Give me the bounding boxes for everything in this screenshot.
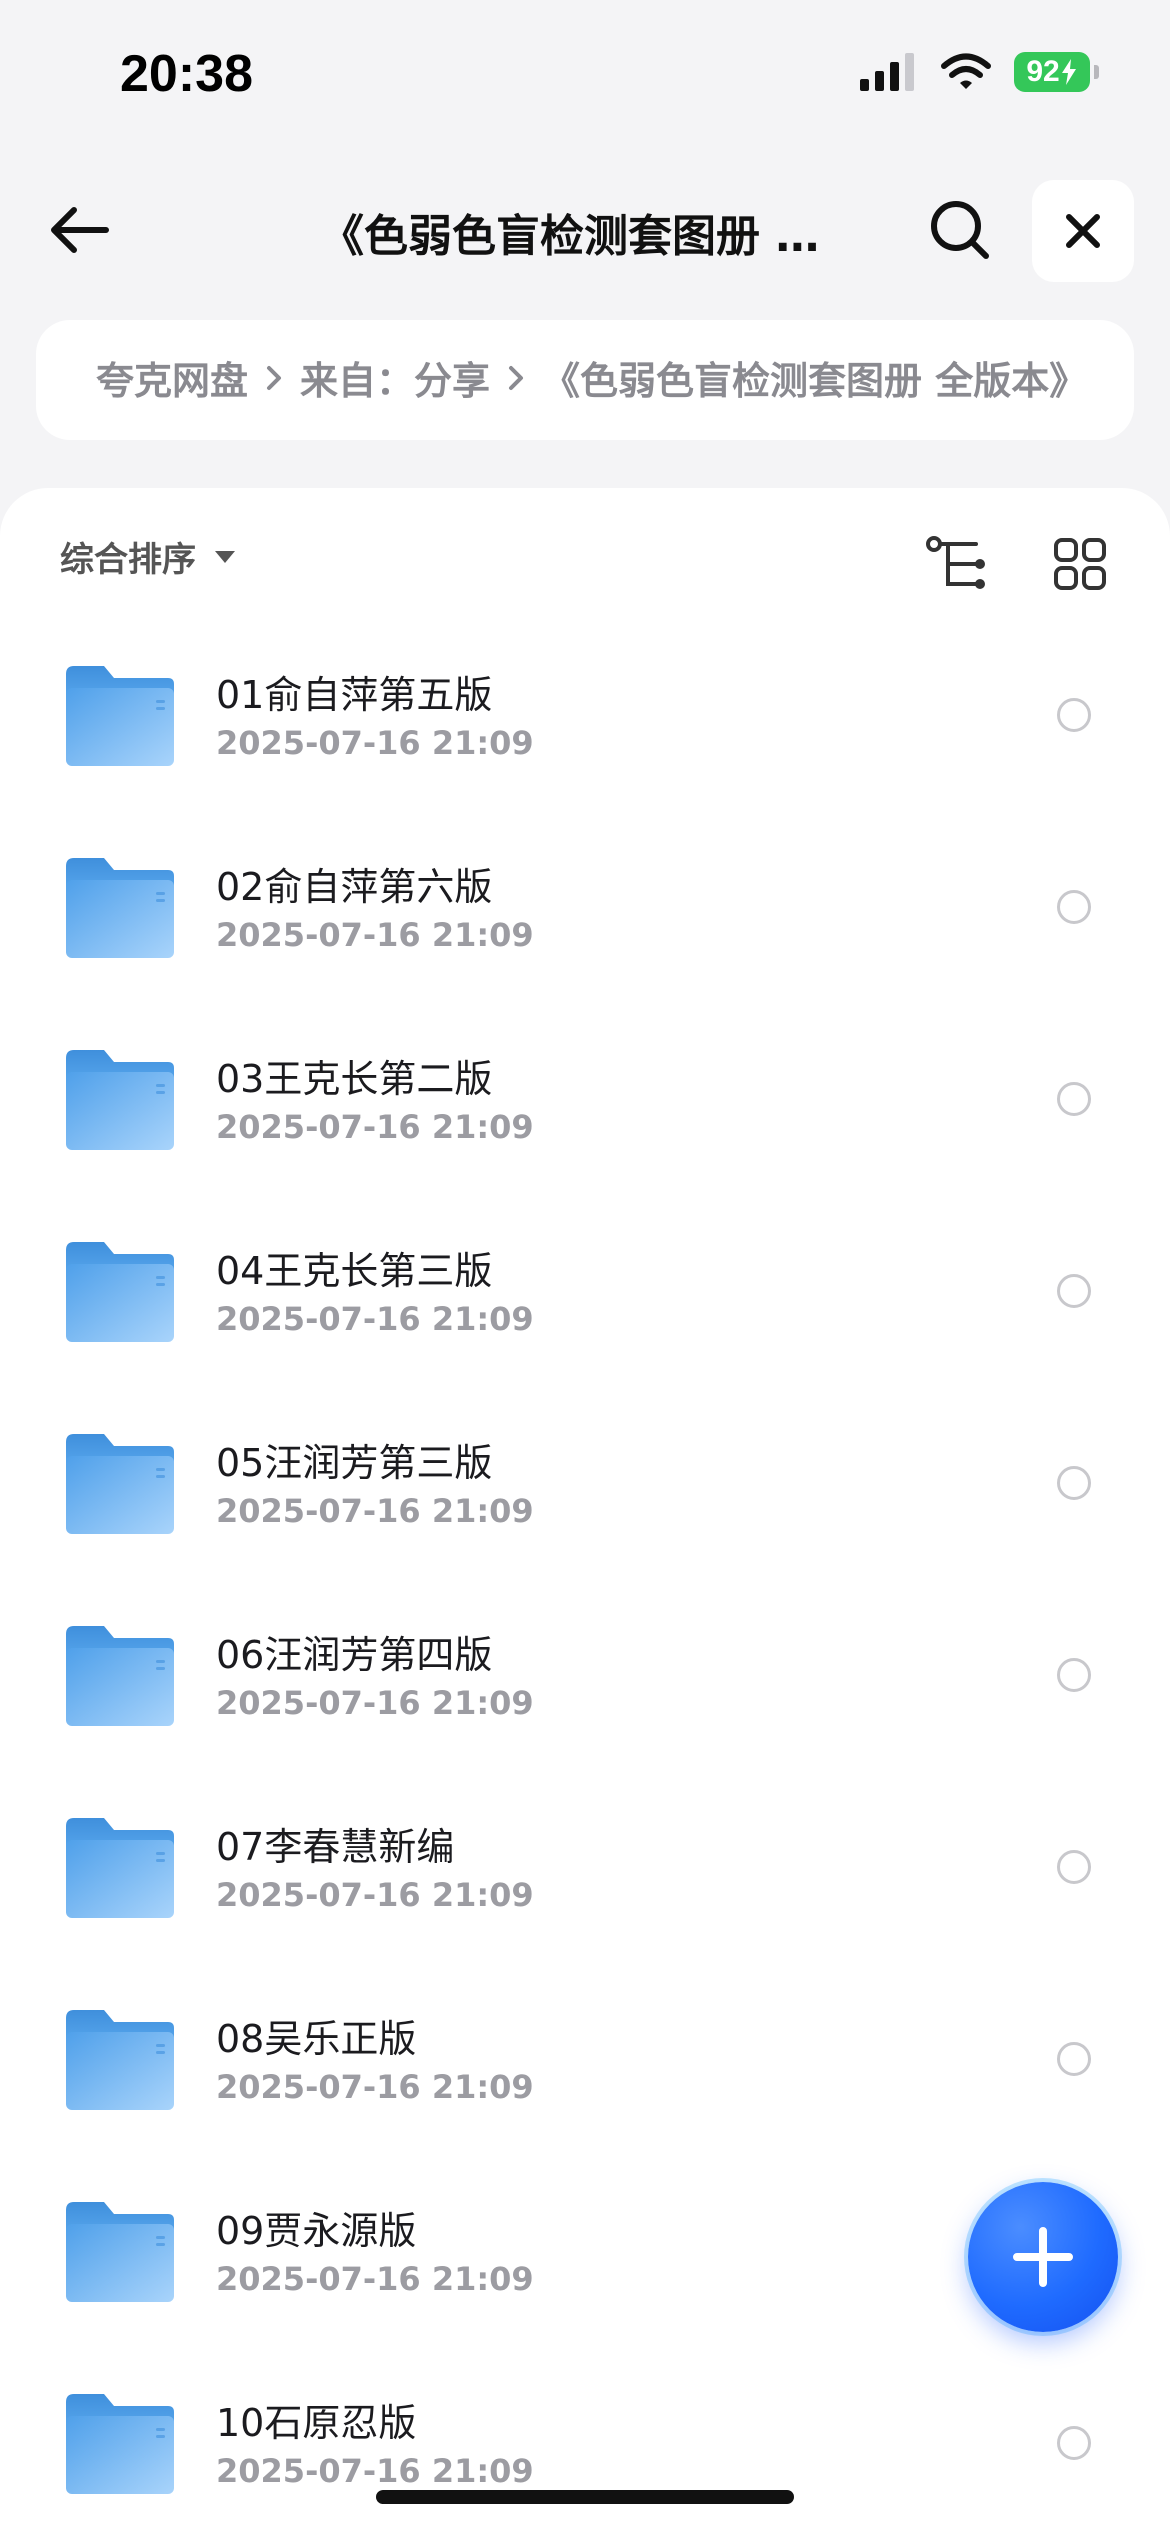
breadcrumb-item-root[interactable]: 夸克网盘 xyxy=(96,350,248,405)
file-date: 2025-07-16 21:09 xyxy=(216,1492,534,1530)
select-radio[interactable] xyxy=(1057,2042,1091,2076)
select-radio[interactable] xyxy=(1057,1082,1091,1116)
folder-icon xyxy=(64,1048,176,1152)
list-item[interactable]: 10石原忍版 2025-07-16 21:09 xyxy=(0,2356,1170,2532)
plus-icon xyxy=(1013,2227,1073,2287)
list-item[interactable]: 08吴乐正版 2025-07-16 21:09 xyxy=(0,1972,1170,2164)
file-name: 08吴乐正版 xyxy=(216,2017,417,2061)
folder-icon xyxy=(64,1816,176,1920)
folder-icon xyxy=(64,1240,176,1344)
chevron-right-icon xyxy=(508,365,524,391)
select-radio[interactable] xyxy=(1057,890,1091,924)
breadcrumb-trail: 夸克网盘 来自：分享 《色弱色盲检测套图册 全版本》 xyxy=(96,350,1134,405)
search-icon xyxy=(931,201,989,259)
status-bar: 20:38 92 xyxy=(0,0,1170,150)
folder-icon xyxy=(64,2008,176,2112)
list-item[interactable]: 06汪润芳第四版 2025-07-16 21:09 xyxy=(0,1588,1170,1780)
file-date: 2025-07-16 21:09 xyxy=(216,1684,534,1722)
list-item[interactable]: 03王克长第二版 2025-07-16 21:09 xyxy=(0,1012,1170,1204)
signal-icon xyxy=(860,53,914,91)
file-date: 2025-07-16 21:09 xyxy=(216,1876,534,1914)
select-radio[interactable] xyxy=(1057,1274,1091,1308)
status-time: 20:38 xyxy=(120,45,253,103)
file-date: 2025-07-16 21:09 xyxy=(216,724,534,762)
search-button[interactable] xyxy=(920,190,1000,270)
select-radio[interactable] xyxy=(1057,1850,1091,1884)
file-date: 2025-07-16 21:09 xyxy=(216,2452,534,2490)
grid-view-button[interactable] xyxy=(1040,524,1120,604)
battery-indicator: 92 xyxy=(1014,52,1099,92)
wifi-icon xyxy=(941,53,991,89)
file-name: 03王克长第二版 xyxy=(216,1057,493,1101)
file-name: 09贾永源版 xyxy=(216,2209,417,2253)
file-name: 01俞自萍第五版 xyxy=(216,673,493,717)
list-item[interactable]: 02俞自萍第六版 2025-07-16 21:09 xyxy=(0,820,1170,1012)
status-icons: 92 xyxy=(860,52,1099,92)
file-date: 2025-07-16 21:09 xyxy=(216,1300,534,1338)
file-name: 05汪润芳第三版 xyxy=(216,1441,493,1485)
grid-view-icon xyxy=(1054,538,1106,590)
list-toolbar: 综合排序 xyxy=(0,488,1170,628)
list-item[interactable]: 01俞自萍第五版 2025-07-16 21:09 xyxy=(0,628,1170,820)
file-name: 07李春慧新编 xyxy=(216,1825,455,1869)
tree-view-icon xyxy=(926,536,985,589)
folder-icon xyxy=(64,664,176,768)
folder-icon xyxy=(64,856,176,960)
file-name: 04王克长第三版 xyxy=(216,1249,493,1293)
home-indicator xyxy=(376,2490,794,2504)
close-icon xyxy=(1066,214,1100,248)
breadcrumb-item-current[interactable]: 《色弱色盲检测套图册 全版本》 xyxy=(542,350,1087,405)
file-date: 2025-07-16 21:09 xyxy=(216,2260,534,2298)
folder-icon xyxy=(64,1624,176,1728)
list-item[interactable]: 04王克长第三版 2025-07-16 21:09 xyxy=(0,1204,1170,1396)
sort-dropdown[interactable]: 综合排序 xyxy=(60,532,236,581)
back-button[interactable] xyxy=(40,190,120,270)
select-radio[interactable] xyxy=(1057,1466,1091,1500)
folder-icon xyxy=(64,2392,176,2496)
tree-view-button[interactable] xyxy=(918,524,998,604)
sort-label: 综合排序 xyxy=(60,540,196,580)
file-date: 2025-07-16 21:09 xyxy=(216,2068,534,2106)
select-radio[interactable] xyxy=(1057,698,1091,732)
add-button[interactable] xyxy=(968,2182,1118,2332)
chevron-right-icon xyxy=(266,365,282,391)
breadcrumb-item-share[interactable]: 来自：分享 xyxy=(300,350,490,405)
charging-bolt-icon xyxy=(1061,59,1076,85)
page-title: 《色弱色盲检测套图册 全版本》 xyxy=(320,211,860,260)
file-name: 02俞自萍第六版 xyxy=(216,865,493,909)
list-item[interactable]: 07李春慧新编 2025-07-16 21:09 xyxy=(0,1780,1170,1972)
list-item[interactable]: 05汪润芳第三版 2025-07-16 21:09 xyxy=(0,1396,1170,1588)
select-radio[interactable] xyxy=(1057,1658,1091,1692)
file-date: 2025-07-16 21:09 xyxy=(216,1108,534,1146)
close-button[interactable] xyxy=(1032,180,1134,282)
arrow-left-icon xyxy=(51,207,109,253)
battery-level: 92 xyxy=(1026,55,1060,88)
select-radio[interactable] xyxy=(1057,2426,1091,2460)
file-name: 10石原忍版 xyxy=(216,2401,417,2445)
breadcrumb: 夸克网盘 来自：分享 《色弱色盲检测套图册 全版本》 xyxy=(36,320,1134,440)
nav-bar: 《色弱色盲检测套图册 全版本》 xyxy=(0,170,1170,290)
file-date: 2025-07-16 21:09 xyxy=(216,916,534,954)
folder-icon xyxy=(64,2200,176,2304)
folder-icon xyxy=(64,1432,176,1536)
file-name: 06汪润芳第四版 xyxy=(216,1633,493,1677)
caret-down-icon xyxy=(215,550,235,563)
